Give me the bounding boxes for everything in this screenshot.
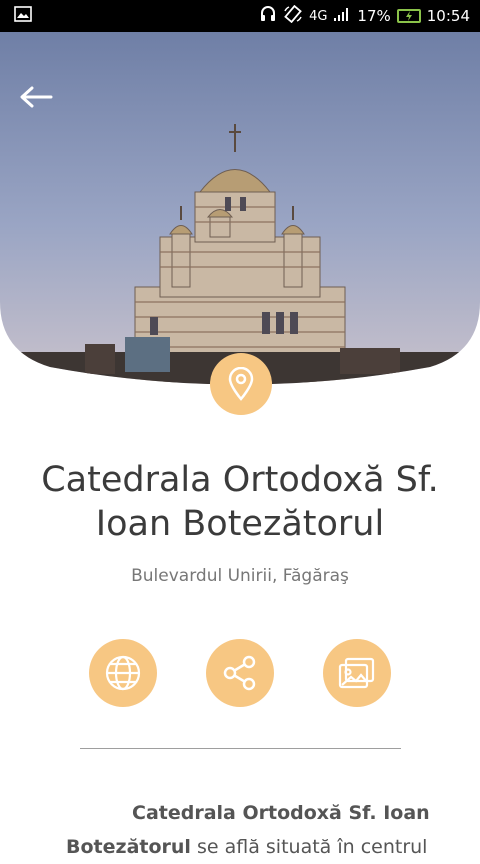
arrow-left-icon [20,86,53,108]
back-button[interactable] [16,80,56,114]
rotate-icon [283,4,303,27]
place-address: Bulevardul Unirii, Făgăraş [131,566,349,586]
hero-image [0,32,480,384]
globe-icon [105,655,141,691]
location-pin-icon [228,367,254,401]
status-bar: 4G 17% 10:54 [0,0,480,32]
share-button[interactable] [206,639,274,707]
gallery-button[interactable] [323,639,391,707]
place-title: Catedrala Ortodoxă Sf. Ioan Botezătorul [20,458,460,546]
divider [80,748,401,749]
headphones-icon [259,5,277,27]
image-icon [14,6,32,26]
clock: 10:54 [426,7,470,25]
network-type: 4G [309,8,328,24]
signal-bars-icon [333,7,351,25]
battery-charging-icon [396,9,421,23]
location-button[interactable] [210,353,272,415]
gallery-icon [338,657,375,689]
description-text: se află situată în centrul [190,836,428,858]
battery-percent: 17% [357,7,391,25]
share-icon [223,655,256,691]
place-title-line2: Ioan Botezătorul [95,504,385,544]
place-title-line1: Catedrala Ortodoxă Sf. [41,460,439,500]
website-button[interactable] [89,639,157,707]
action-row [0,639,480,707]
place-description: Catedrala Ortodoxă Sf. Ioan Botezătorul … [66,796,436,864]
